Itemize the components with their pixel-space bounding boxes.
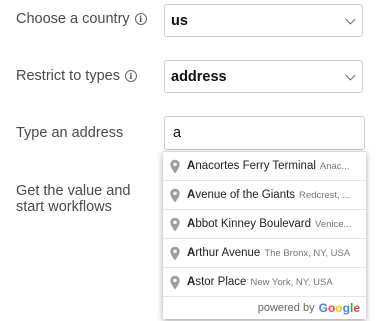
workflow-label-line2: start workflows (16, 199, 112, 215)
types-label: Restrict to types (16, 68, 120, 84)
suggestion-main-text: Astor Place (187, 276, 246, 288)
suggestion-secondary-text: Anac... (319, 160, 350, 172)
map-pin-icon (170, 159, 180, 173)
types-select[interactable]: address (164, 60, 363, 93)
suggestion-rest: rthur Avenue (195, 247, 261, 259)
suggestion-rest: nacortes Ferry Terminal (195, 160, 316, 172)
suggestion-list: Anacortes Ferry Terminal Anac... Avenue of… (163, 152, 366, 297)
suggestion-item[interactable]: Anacortes Ferry Terminal Anac... (163, 152, 366, 181)
suggestion-rest: stor Place (195, 276, 247, 288)
suggestion-item[interactable]: Astor Place New York, NY, USA (163, 268, 366, 297)
suggestion-rest: bbot Kinney Boulevard (195, 218, 312, 230)
map-pin-icon (170, 217, 180, 231)
chevron-down-icon (345, 14, 356, 25)
map-pin-icon (170, 275, 180, 289)
info-icon[interactable]: i (134, 13, 147, 25)
country-label: Choose a country (16, 11, 130, 27)
map-pin-icon (170, 188, 180, 202)
types-select-value: address (171, 68, 227, 85)
suggestion-main-text: Avenue of the Giants (187, 189, 295, 201)
powered-by-google: powered by Google (163, 297, 366, 318)
suggestion-main-text: Arthur Avenue (187, 247, 260, 259)
address-input[interactable] (164, 116, 365, 150)
chevron-down-icon (345, 70, 356, 81)
suggestion-item[interactable]: Arthur Avenue The Bronx, NY, USA (163, 239, 366, 268)
address-label-row: Type an address (16, 125, 123, 141)
suggestion-secondary-text: Venice... (315, 218, 352, 230)
suggestion-main-text: Abbot Kinney Boulevard (187, 218, 311, 230)
suggestion-rest: venue of the Giants (195, 189, 296, 201)
country-select-value: us (171, 12, 188, 29)
country-select[interactable]: us (164, 4, 363, 37)
suggestion-item[interactable]: Avenue of the Giants Redcrest, ... (163, 181, 366, 210)
info-icon[interactable]: i (124, 70, 137, 82)
suggestion-secondary-text: The Bronx, NY, USA (264, 247, 351, 259)
workflow-label-line1: Get the value and (16, 183, 131, 199)
suggestion-item[interactable]: Abbot Kinney Boulevard Venice... (163, 210, 366, 239)
suggestion-main-text: Anacortes Ferry Terminal (187, 160, 316, 172)
powered-by-text: powered by (257, 301, 315, 314)
workflow-label: Get the value and start workflows (16, 183, 130, 215)
autocomplete-form: Choose a country i us Restrict to types … (0, 0, 384, 321)
autocomplete-dropdown: Anacortes Ferry Terminal Anac... Avenue of… (163, 151, 366, 319)
suggestion-secondary-text: New York, NY, USA (250, 276, 333, 288)
map-pin-icon (170, 246, 180, 260)
country-label-row: Choose a country i (16, 11, 147, 27)
suggestion-secondary-text: Redcrest, ... (299, 189, 351, 201)
google-logo: Google (318, 300, 360, 315)
address-label: Type an address (16, 125, 124, 141)
types-label-row: Restrict to types i (16, 68, 137, 84)
